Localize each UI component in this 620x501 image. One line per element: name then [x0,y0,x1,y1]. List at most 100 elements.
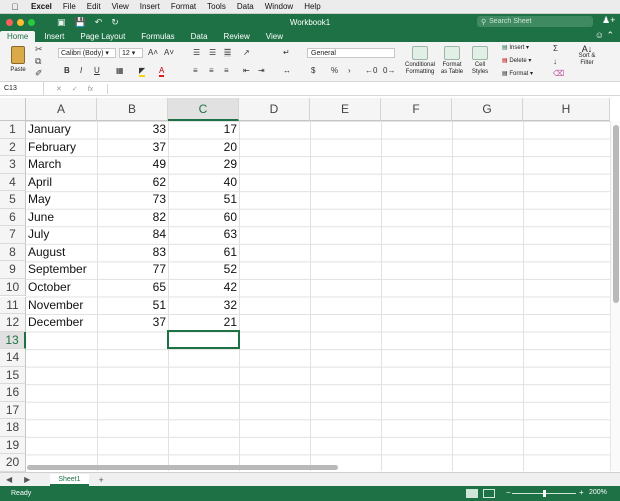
row-header-10[interactable]: 10 [0,278,26,297]
cell-b3[interactable]: 49 [97,156,166,173]
format-painter-icon[interactable]: ✐ [35,68,43,79]
column-header-h[interactable]: H [523,98,610,121]
tab-view[interactable]: View [259,31,290,42]
cell-c2[interactable]: 20 [168,139,237,156]
prev-sheet-icon[interactable]: ◀ [6,475,12,484]
row-header-7[interactable]: 7 [0,226,26,244]
borders-icon[interactable]: ▦ [116,66,124,75]
cell-b2[interactable]: 37 [97,139,166,156]
horizontal-scroll-thumb[interactable] [27,465,338,470]
cell-b9[interactable]: 77 [97,261,166,278]
font-color-icon[interactable]: A [159,66,165,77]
menu-window[interactable]: Window [265,2,293,11]
font-size-select[interactable]: 12 ▾ [119,48,143,58]
zoom-slider-handle[interactable] [543,490,546,497]
cell-c7[interactable]: 63 [168,226,237,243]
menu-tools[interactable]: Tools [207,2,226,11]
row-header-3[interactable]: 3 [0,156,26,174]
cell-b11[interactable]: 51 [97,297,166,314]
row-header-13[interactable]: 13 [0,331,26,350]
insert-cells-button[interactable]: ▤ Insert ▾ [502,44,529,51]
clear-icon[interactable]: ⌫ [553,69,564,78]
share-icon[interactable]: ♟+ [602,15,615,26]
sidebar-toggle-icon[interactable]: ▣ [57,17,66,28]
cell-c3[interactable]: 29 [168,156,237,173]
align-right-icon[interactable]: ≡ [224,66,229,75]
add-sheet-button[interactable]: + [99,475,104,485]
tab-page-layout[interactable]: Page Layout [73,31,132,42]
cell-styles-button[interactable]: Cell Styles [468,46,492,76]
increase-decimal-icon[interactable]: ←0 [365,66,377,75]
sheet-tab-sheet1[interactable]: Sheet1 [50,473,89,486]
copy-icon[interactable]: ⧉ [35,56,41,67]
row-header-17[interactable]: 17 [0,401,26,420]
menu-insert[interactable]: Insert [140,2,160,11]
insert-function-icon[interactable]: fx [88,86,93,93]
cell-b10[interactable]: 65 [97,279,166,296]
align-center-icon[interactable]: ≡ [209,66,214,75]
cell-a11[interactable]: November [28,297,96,314]
decrease-indent-icon[interactable]: ⇤ [243,66,250,75]
cell-a10[interactable]: October [28,279,96,296]
undo-icon[interactable]: ↶ [95,17,103,28]
tab-review[interactable]: Review [217,31,257,42]
page-layout-view-button[interactable] [483,489,495,498]
column-header-c[interactable]: C [168,98,239,121]
tab-home[interactable]: Home [0,31,36,42]
fill-color-icon[interactable]: ◤ [139,66,146,77]
number-format-select[interactable]: General [307,48,395,58]
percent-icon[interactable]: % [331,66,338,75]
column-header-d[interactable]: D [239,98,310,121]
cell-b8[interactable]: 83 [97,244,166,261]
cell-c1[interactable]: 17 [168,121,237,138]
row-header-19[interactable]: 19 [0,436,26,455]
cell-c11[interactable]: 32 [168,297,237,314]
zoom-level[interactable]: 200% [589,489,607,496]
redo-icon[interactable]: ↻ [111,17,119,28]
close-window-button[interactable] [6,18,13,26]
selected-cell-c13[interactable] [167,330,240,349]
row-header-12[interactable]: 12 [0,314,26,332]
cell-a7[interactable]: July [28,226,96,243]
search-sheet-input[interactable]: ⚲ Search Sheet [477,16,593,27]
tab-formulas[interactable]: Formulas [134,31,181,42]
cell-b7[interactable]: 84 [97,226,166,243]
cell-a1[interactable]: January [28,121,96,138]
paste-button[interactable]: Paste [6,46,30,73]
menu-edit[interactable]: Edit [87,2,101,11]
align-bottom-icon[interactable]: ☰ [224,48,232,57]
cell-c10[interactable]: 42 [168,279,237,296]
decrease-font-icon[interactable]: A˅ [164,48,174,57]
cell-b12[interactable]: 37 [97,314,166,331]
cell-a8[interactable]: August [28,244,96,261]
ribbon-options-icon[interactable]: ☺ ⌃ [595,30,614,41]
align-left-icon[interactable]: ≡ [193,66,198,75]
vertical-scrollbar[interactable] [610,121,620,471]
cell-a6[interactable]: June [28,209,96,226]
format-cells-button[interactable]: ▤ Format ▾ [502,70,533,77]
row-header-14[interactable]: 14 [0,349,26,367]
tab-data[interactable]: Data [184,31,215,42]
row-header-9[interactable]: 9 [0,261,26,279]
align-middle-icon[interactable]: ☰ [209,48,216,57]
tab-insert[interactable]: Insert [37,31,71,42]
format-as-table-button[interactable]: Format as Table [439,46,465,76]
next-sheet-icon[interactable]: ▶ [24,475,30,484]
bold-icon[interactable]: B [64,66,70,75]
menu-format[interactable]: Format [171,2,196,11]
normal-view-button[interactable] [466,489,478,498]
cell-b1[interactable]: 33 [97,121,166,138]
cut-icon[interactable]: ✂ [35,44,43,55]
row-header-8[interactable]: 8 [0,243,26,262]
merge-center-icon[interactable]: ↔ [283,66,291,75]
row-header-15[interactable]: 15 [0,366,26,385]
row-header-1[interactable]: 1 [0,121,26,139]
column-header-f[interactable]: F [381,98,452,121]
cell-c9[interactable]: 52 [168,261,237,278]
row-header-4[interactable]: 4 [0,173,26,192]
zoom-in-icon[interactable]: + [579,488,584,497]
decrease-decimal-icon[interactable]: 0→ [383,66,395,75]
menu-file[interactable]: File [63,2,76,11]
select-all-corner[interactable] [0,98,26,121]
name-box[interactable]: C13 [0,81,44,96]
